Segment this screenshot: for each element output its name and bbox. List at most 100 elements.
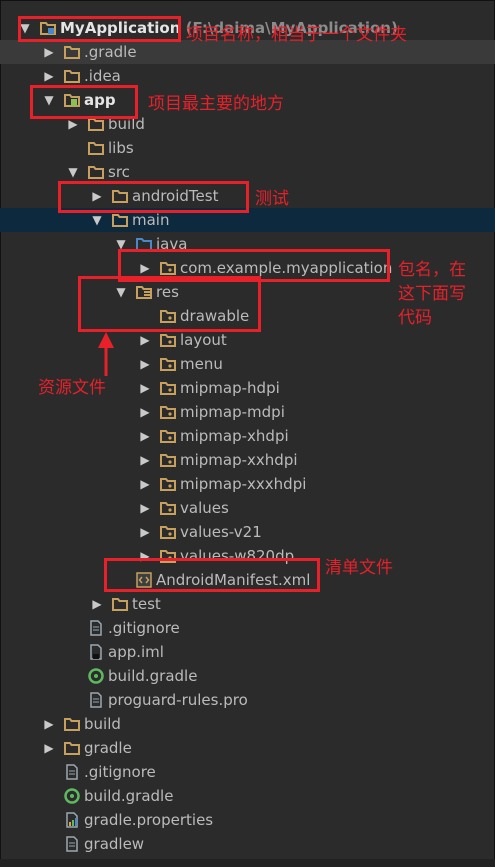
tree-row-label: values-v21	[180, 523, 262, 541]
tree-row-label: gradle.properties	[84, 811, 214, 829]
annotation-app-main: 项目最主要的地方	[148, 94, 284, 114]
annotation-box-androidtest	[58, 181, 249, 213]
tree-row-build-gradle[interactable]: build.gradle	[0, 664, 495, 688]
tree-row-build-gradle[interactable]: build.gradle	[0, 784, 495, 808]
collapse-arrow-right-icon[interactable]: ▶	[42, 741, 56, 755]
tree-row-values-v21[interactable]: ▶ values-v21	[0, 520, 495, 544]
tree-row-app-iml[interactable]: app.iml	[0, 640, 495, 664]
collapse-arrow-right-icon[interactable]: ▶	[138, 477, 152, 491]
package-icon	[160, 428, 176, 444]
collapse-arrow-right-icon[interactable]: ▶	[90, 597, 104, 611]
collapse-arrow-right-icon[interactable]: ▶	[42, 69, 56, 83]
expand-arrow-down-icon[interactable]: ▼	[90, 213, 104, 227]
collapse-arrow-right-icon[interactable]: ▶	[66, 117, 80, 131]
tree-row-gradle-properties[interactable]: gradle.properties	[0, 808, 495, 832]
package-icon	[160, 452, 176, 468]
tree-row-label: .gradle	[84, 43, 137, 61]
tree-row-gradle[interactable]: ▶ gradle	[0, 736, 495, 760]
annotation-box-manifest	[104, 558, 320, 592]
tree-row-label: proguard-rules.pro	[108, 691, 248, 709]
tree-row-label: mipmap-xhdpi	[180, 427, 289, 445]
package-icon	[160, 380, 176, 396]
tree-row-values[interactable]: ▶ values	[0, 496, 495, 520]
tree-row-label: build.gradle	[84, 787, 174, 805]
tree-row-label: mipmap-xxhdpi	[180, 451, 298, 469]
bottom-status-strip	[0, 859, 495, 867]
tree-row-mipmap-mdpi[interactable]: ▶ mipmap-mdpi	[0, 400, 495, 424]
tree-row-label: build	[84, 715, 121, 733]
tree-row-label: libs	[108, 139, 134, 157]
package-icon	[160, 356, 176, 372]
tree-row-label: .gitignore	[108, 619, 180, 637]
text-file-icon	[64, 764, 80, 780]
tree-row-mipmap-xhdpi[interactable]: ▶ mipmap-xhdpi	[0, 424, 495, 448]
package-icon	[160, 332, 176, 348]
collapse-arrow-right-icon[interactable]: ▶	[138, 405, 152, 419]
tree-row-label: test	[132, 595, 161, 613]
tree-row-build[interactable]: ▶ build	[0, 712, 495, 736]
tree-row-mipmap-xxhdpi[interactable]: ▶ mipmap-xxhdpi	[0, 448, 495, 472]
annotation-package-line-3: 代码	[398, 308, 432, 328]
tree-row-libs[interactable]: libs	[0, 136, 495, 160]
annotation-test: 测试	[255, 189, 289, 209]
tree-row-gitignore[interactable]: .gitignore	[0, 616, 495, 640]
expand-arrow-down-icon[interactable]: ▼	[66, 165, 80, 179]
annotation-box-resources	[78, 276, 261, 332]
text-file-icon	[88, 620, 104, 636]
tree-row-label: layout	[180, 331, 227, 349]
folder-icon	[64, 740, 80, 756]
text-file-icon	[64, 836, 80, 852]
tree-row-proguard-rules-pro[interactable]: proguard-rules.pro	[0, 688, 495, 712]
annotation-package: 包名，在 这下面写 代码	[398, 258, 466, 330]
tree-row-label: main	[132, 211, 170, 229]
tree-row-label: gradle	[84, 739, 132, 757]
gradle-icon	[88, 668, 104, 684]
collapse-arrow-right-icon[interactable]: ▶	[42, 717, 56, 731]
annotation-box-app	[30, 85, 138, 119]
collapse-arrow-right-icon[interactable]: ▶	[138, 501, 152, 515]
folder-icon	[64, 716, 80, 732]
annotation-arrow-resources	[98, 332, 114, 376]
collapse-arrow-right-icon[interactable]: ▶	[138, 333, 152, 347]
tree-row-label: app.iml	[108, 643, 164, 661]
collapse-arrow-right-icon[interactable]: ▶	[138, 357, 152, 371]
folder-icon	[64, 44, 80, 60]
folder-icon	[88, 140, 104, 156]
gradle-icon	[64, 788, 80, 804]
tree-row-label: menu	[180, 355, 223, 373]
annotation-package-line-2: 这下面写	[398, 284, 466, 304]
properties-icon	[64, 812, 80, 828]
collapse-arrow-right-icon[interactable]: ▶	[138, 381, 152, 395]
folder-icon	[88, 164, 104, 180]
package-icon	[160, 500, 176, 516]
package-icon	[160, 476, 176, 492]
tree-row-label: .gitignore	[84, 763, 156, 781]
tree-row-label: build.gradle	[108, 667, 198, 685]
text-file-icon	[88, 692, 104, 708]
collapse-arrow-right-icon[interactable]: ▶	[42, 45, 56, 59]
tree-row-test[interactable]: ▶ test	[0, 592, 495, 616]
tree-row-label: values	[180, 499, 229, 517]
tree-row-menu[interactable]: ▶ menu	[0, 352, 495, 376]
iml-file-icon	[88, 644, 104, 660]
tree-row-label: .idea	[84, 67, 121, 85]
tree-row-label: gradlew	[84, 835, 145, 853]
annotation-package-line-1: 包名，在	[398, 260, 466, 280]
tree-row-gradlew[interactable]: gradlew	[0, 832, 495, 856]
package-icon	[160, 524, 176, 540]
folder-icon	[64, 68, 80, 84]
annotation-box-project	[18, 16, 181, 42]
folder-icon	[112, 596, 128, 612]
annotation-manifest: 清单文件	[325, 558, 393, 578]
annotation-project-name: 项目名称，相当于一个文件夹	[186, 25, 407, 45]
tree-row-mipmap-xxxhdpi[interactable]: ▶ mipmap-xxxhdpi	[0, 472, 495, 496]
folder-icon	[112, 212, 128, 228]
tree-row-label: mipmap-hdpi	[180, 379, 280, 397]
collapse-arrow-right-icon[interactable]: ▶	[138, 429, 152, 443]
tree-row-gitignore[interactable]: .gitignore	[0, 760, 495, 784]
tree-row-label: mipmap-xxxhdpi	[180, 475, 307, 493]
collapse-arrow-right-icon[interactable]: ▶	[138, 525, 152, 539]
tree-row-label: src	[108, 163, 130, 181]
tree-row-label: mipmap-mdpi	[180, 403, 285, 421]
collapse-arrow-right-icon[interactable]: ▶	[138, 453, 152, 467]
